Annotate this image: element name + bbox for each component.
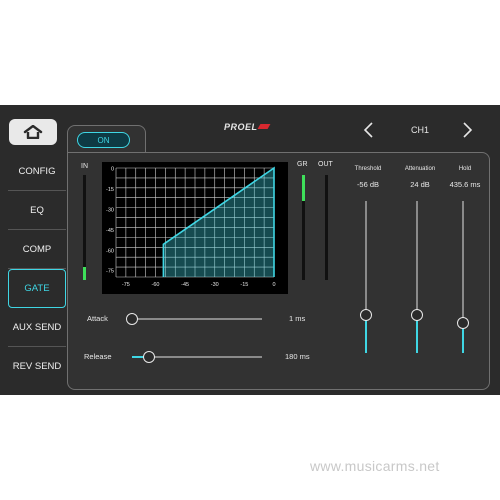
menu-item-eq[interactable]: EQ: [8, 191, 66, 230]
attenuation-slider-knob[interactable]: [411, 309, 423, 321]
out-meter-label: OUT: [318, 161, 333, 168]
hold-value: 435.6 ms: [449, 180, 481, 189]
x-tick-label: -45: [181, 282, 189, 288]
brand-logo: PROEL: [224, 122, 270, 132]
in-meter: [83, 175, 86, 280]
attack-slider-knob[interactable]: [126, 313, 138, 325]
y-tick-label: -30: [106, 207, 114, 213]
watermark: www.musicarms.net: [310, 458, 440, 474]
mixer-screen: PROEL CH1 CONFIG EQ COMP GATE AUX SEND R…: [0, 105, 500, 395]
gr-meter-label: GR: [297, 161, 308, 168]
channel-label: CH1: [410, 125, 429, 135]
y-tick-label: -75: [106, 269, 114, 275]
x-tick-label: 0: [272, 282, 275, 288]
x-tick-label: -15: [240, 282, 248, 288]
menu-item-comp[interactable]: COMP: [8, 230, 66, 269]
x-tick-label: -60: [152, 282, 160, 288]
attack-value: 1 ms: [289, 314, 306, 323]
gate-curve-graph: 0 -15 -30 -45 -60 -75 -75 -60 -45 -30 -15 0: [102, 162, 288, 294]
home-icon: [23, 125, 43, 139]
y-tick-label: -60: [106, 248, 114, 254]
chevron-left-icon[interactable]: [362, 121, 376, 139]
attenuation-slider-track[interactable]: [416, 201, 418, 353]
menu-item-gate[interactable]: GATE: [8, 269, 66, 308]
menu-item-config[interactable]: CONFIG: [8, 152, 66, 191]
side-menu: CONFIG EQ COMP GATE AUX SEND REV SEND: [8, 152, 66, 386]
menu-item-rev-send[interactable]: REV SEND: [8, 347, 66, 386]
hold-slider-knob[interactable]: [457, 316, 469, 329]
attack-slider-track[interactable]: [132, 318, 262, 320]
in-meter-label: IN: [81, 163, 88, 170]
release-label: Release: [84, 352, 112, 361]
chevron-right-icon[interactable]: [460, 121, 474, 139]
home-button[interactable]: [9, 119, 57, 145]
y-tick-label: -15: [106, 187, 114, 193]
menu-item-aux-send[interactable]: AUX SEND: [8, 308, 66, 347]
x-tick-label: -75: [122, 282, 130, 288]
out-meter: [325, 175, 328, 280]
in-meter-level: [83, 267, 86, 280]
threshold-slider-track[interactable]: [365, 201, 367, 353]
threshold-value: -56 dB: [356, 180, 380, 189]
x-tick-label: -30: [211, 282, 219, 288]
hold-label: Hold: [458, 166, 472, 172]
release-slider-knob[interactable]: [142, 351, 155, 363]
gr-meter-level: [302, 175, 305, 202]
y-tick-label: -45: [106, 228, 114, 234]
threshold-label: Threshold: [354, 166, 382, 172]
gate-on-button[interactable]: ON: [77, 132, 130, 148]
gr-meter: [302, 175, 305, 280]
hold-slider-track[interactable]: [462, 201, 464, 353]
release-value: 180 ms: [285, 352, 310, 361]
y-tick-label: 0: [111, 167, 114, 173]
attack-label: Attack: [87, 314, 108, 323]
gate-curve-svg: 0 -15 -30 -45 -60 -75 -75 -60 -45 -30 -15 0: [106, 166, 276, 288]
threshold-slider-knob[interactable]: [360, 309, 372, 321]
gate-curve-area: [163, 168, 274, 277]
